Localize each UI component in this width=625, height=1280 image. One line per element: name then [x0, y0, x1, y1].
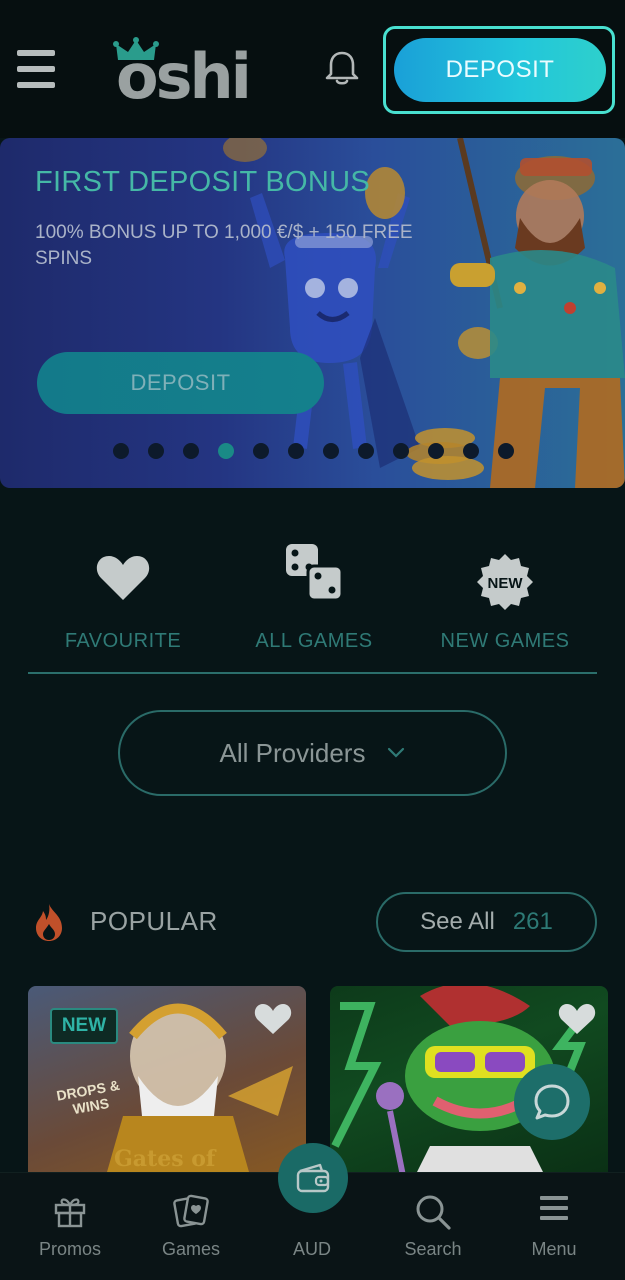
providers-dropdown[interactable]: All Providers [118, 710, 507, 796]
tab-all-games[interactable]: ALL GAMES [219, 540, 409, 670]
banner-deposit-button[interactable]: DEPOSIT [37, 352, 324, 414]
game-card[interactable]: NEW DROPS & WINS Gates of [28, 986, 306, 1186]
oshi-logo[interactable]: oshi [112, 34, 262, 110]
carousel-dot[interactable] [498, 443, 514, 459]
nav-games-label: Games [161, 1239, 221, 1259]
carousel-dot[interactable] [183, 443, 199, 459]
top-header: oshi DEPOSIT [0, 0, 625, 138]
gift-icon [54, 1198, 86, 1228]
carousel-dot[interactable] [393, 443, 409, 459]
favourite-heart-icon[interactable] [558, 1002, 596, 1036]
tab-new-games[interactable]: NEW NEW GAMES [410, 540, 600, 670]
tab-favourite-label: FAVOURITE [64, 630, 182, 652]
cards-icon [173, 1194, 209, 1228]
new-badge-icon: NEW [477, 554, 533, 610]
tab-new-games-label: NEW GAMES [440, 630, 570, 652]
carousel-dot[interactable] [463, 443, 479, 459]
carousel-dot[interactable] [113, 443, 129, 459]
carousel-dots [113, 443, 514, 459]
nav-promos-label: Promos [38, 1239, 101, 1259]
tab-favourite[interactable]: FAVOURITE [28, 540, 218, 670]
chat-icon [534, 1084, 570, 1120]
carousel-dot[interactable] [148, 443, 164, 459]
bell-icon[interactable] [322, 48, 362, 88]
game-title-partial: Gates of [114, 1146, 216, 1172]
logo-text: oshi [116, 40, 252, 113]
wallet-icon [296, 1163, 330, 1193]
dice-icon [286, 544, 344, 602]
banner-subtitle: 100% BONUS UP TO 1,000 €/$ + 150 FREE SP… [35, 222, 413, 269]
carousel-dot[interactable] [288, 443, 304, 459]
hamburger-menu-icon[interactable] [17, 50, 55, 88]
nav-menu[interactable]: Menu [494, 1173, 614, 1280]
search-icon [416, 1195, 451, 1230]
carousel-dot[interactable] [428, 443, 444, 459]
category-tabs: FAVOURITE ALL GAMES NEW NEW GAMES [28, 540, 597, 674]
see-all-label: See All [420, 908, 495, 935]
chevron-down-icon [388, 747, 405, 758]
banner-title: FIRST DEPOSIT BONUS [35, 166, 370, 198]
wallet-button[interactable] [278, 1143, 348, 1213]
nav-search[interactable]: Search [373, 1173, 493, 1280]
nav-menu-label: Menu [531, 1239, 577, 1259]
carousel-dot[interactable] [358, 443, 374, 459]
nav-games[interactable]: Games [131, 1173, 251, 1280]
header-deposit-button[interactable]: DEPOSIT [394, 38, 606, 102]
chat-button[interactable] [514, 1064, 590, 1140]
new-badge-text: NEW [488, 575, 524, 592]
providers-label: All Providers [219, 737, 366, 768]
carousel-dot[interactable] [253, 443, 269, 459]
popular-section-title: POPULAR [90, 906, 218, 936]
carousel-dot-active[interactable] [218, 443, 234, 459]
heart-icon [96, 556, 150, 600]
deposit-button-frame: DEPOSIT [383, 26, 615, 114]
nav-aud-label: AUD [292, 1239, 331, 1259]
new-badge: NEW [50, 1008, 118, 1044]
promo-banner[interactable]: FIRST DEPOSIT BONUS 100% BONUS UP TO 1,0… [0, 138, 625, 488]
favourite-heart-icon[interactable] [254, 1002, 292, 1036]
menu-icon [540, 1196, 568, 1220]
carousel-dot[interactable] [323, 443, 339, 459]
see-all-button[interactable]: See All 261 [376, 892, 597, 952]
tab-all-games-label: ALL GAMES [255, 630, 373, 652]
nav-search-label: Search [404, 1239, 462, 1259]
see-all-count: 261 [512, 908, 553, 935]
fire-icon [36, 904, 62, 941]
nav-promos[interactable]: Promos [10, 1173, 130, 1280]
